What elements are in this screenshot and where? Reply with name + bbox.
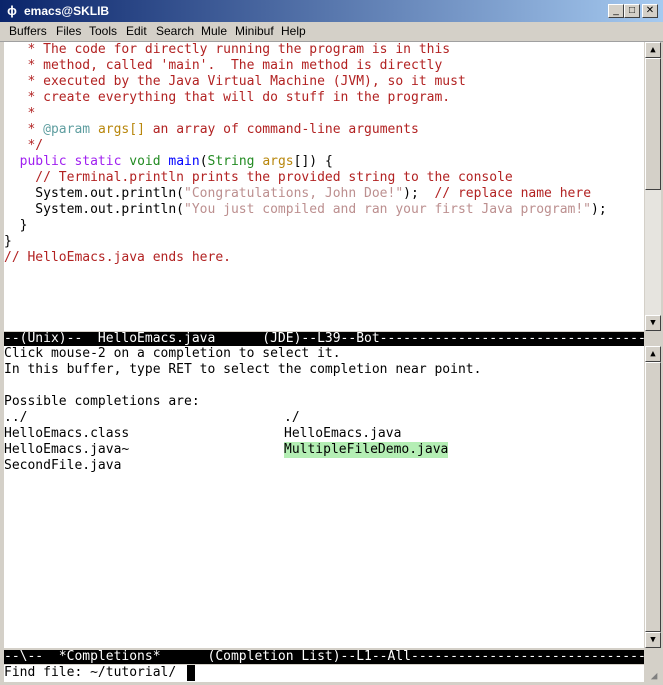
completion-item[interactable]: HelloEmacs.class	[4, 426, 129, 442]
scroll-down-icon[interactable]: ▼	[645, 632, 661, 648]
minibuffer-line[interactable]: Find file: ~/tutorial/	[4, 665, 176, 681]
menu-bar: Buffers Files Tools Edit Search Mule Min…	[0, 22, 663, 42]
code-line: */	[4, 138, 44, 153]
scroll-thumb[interactable]	[645, 58, 661, 190]
minibuffer-prompt: Find file:	[4, 665, 91, 680]
code-line: * create everything that will do stuff i…	[4, 90, 451, 105]
menu-tools[interactable]: Tools	[89, 24, 117, 39]
code-line: * executed by the Java Virtual Machine (…	[4, 74, 466, 89]
code-line: * The code for directly running the prog…	[4, 42, 451, 57]
completion-item-highlighted[interactable]: MultipleFileDemo.java	[284, 442, 449, 458]
scroll-up-icon[interactable]: ▲	[645, 42, 661, 58]
code-line: }	[4, 218, 28, 233]
title-bar[interactable]: ɸ emacs@SKLIB _ □ ✕	[0, 0, 663, 22]
editor-buffer[interactable]: * The code for directly running the prog…	[4, 42, 644, 331]
minibuffer-input[interactable]: ~/tutorial/	[90, 665, 176, 680]
completions-intro: In this buffer, type RET to select the c…	[4, 362, 482, 377]
completion-item[interactable]: ./	[284, 410, 300, 426]
scroll-up-icon[interactable]: ▲	[645, 346, 661, 362]
resize-grip-icon[interactable]: ◢	[647, 669, 661, 683]
code-line: // Terminal.println prints the provided …	[4, 170, 513, 185]
emacs-gnu-icon[interactable]: ɸ	[4, 3, 20, 19]
completion-item[interactable]: HelloEmacs.java	[284, 426, 401, 442]
code-line: * method, called 'main'. The main method…	[4, 58, 443, 73]
code-line: public static void main(String args[]) {	[19, 154, 333, 169]
modeline-editor[interactable]: --(Unix)-- HelloEmacs.java (JDE)--L39--B…	[4, 332, 644, 346]
menu-files[interactable]: Files	[56, 24, 81, 39]
menu-buffers[interactable]: Buffers	[9, 24, 47, 39]
code-line: *	[4, 106, 36, 121]
menu-help[interactable]: Help	[281, 24, 306, 39]
scroll-track[interactable]	[645, 190, 661, 315]
code-line: System.out.println("Congratulations, Joh…	[4, 186, 592, 201]
completions-header: Possible completions are:	[4, 394, 200, 409]
code-line: * @param args[] an array of command-line…	[4, 122, 419, 137]
completions-intro: Click mouse-2 on a completion to select …	[4, 346, 341, 361]
menu-minibuf[interactable]: Minibuf	[235, 24, 274, 39]
completions-buffer[interactable]: Click mouse-2 on a completion to select …	[4, 346, 644, 648]
minimize-icon[interactable]: _	[608, 4, 624, 18]
window-title: emacs@SKLIB	[24, 4, 110, 18]
completion-item[interactable]: HelloEmacs.java~	[4, 442, 129, 458]
code-line: // HelloEmacs.java ends here.	[4, 250, 231, 265]
menu-mule[interactable]: Mule	[201, 24, 227, 39]
code-line: System.out.println("You just compiled an…	[4, 202, 607, 217]
completion-item[interactable]: SecondFile.java	[4, 458, 121, 474]
editor-scrollbar[interactable]: ▲ ▼	[645, 42, 661, 331]
menu-search[interactable]: Search	[156, 24, 194, 39]
completion-item[interactable]: ../	[4, 410, 27, 426]
menu-edit[interactable]: Edit	[126, 24, 147, 39]
minibuffer[interactable]: Find file: ~/tutorial/	[4, 665, 644, 682]
scroll-down-icon[interactable]: ▼	[645, 315, 661, 331]
text-cursor	[187, 665, 195, 681]
maximize-icon[interactable]: □	[624, 4, 640, 18]
completions-scrollbar[interactable]: ▲ ▼	[645, 346, 661, 648]
modeline-completions[interactable]: --\-- *Completions* (Completion List)--L…	[4, 650, 644, 664]
scroll-thumb[interactable]	[645, 362, 661, 632]
code-line: }	[4, 234, 12, 249]
close-icon[interactable]: ✕	[642, 4, 658, 18]
